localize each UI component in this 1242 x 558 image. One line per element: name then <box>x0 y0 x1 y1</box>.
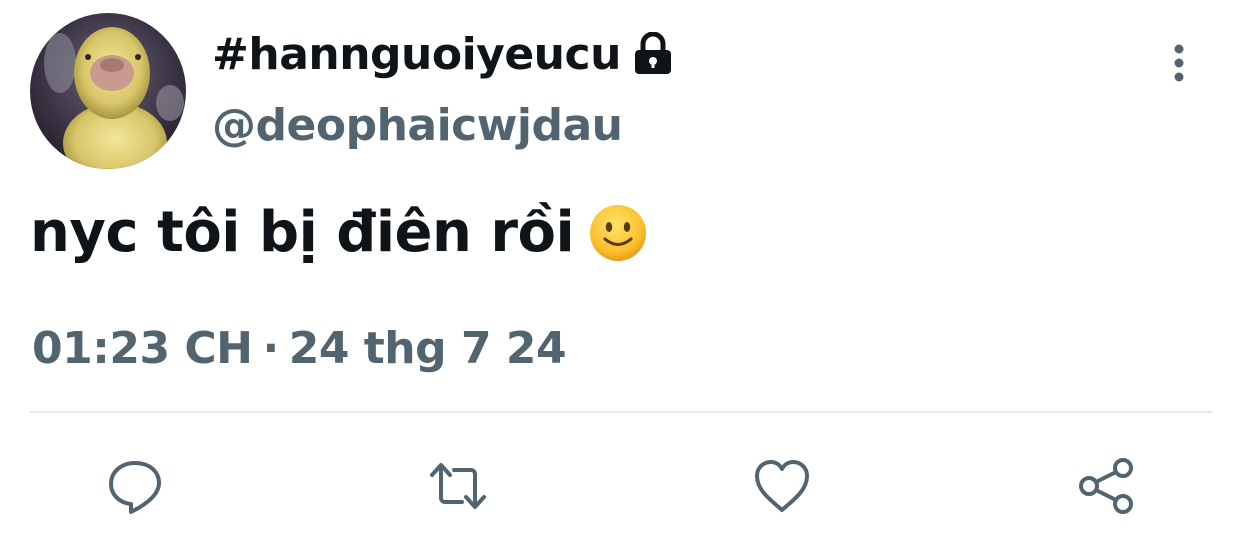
share-button[interactable] <box>1077 456 1137 516</box>
more-options-button[interactable] <box>1158 40 1200 86</box>
tweet-time[interactable]: 01:23 CH <box>32 323 253 374</box>
tweet-text-content: nyc tôi bị điên rồi <box>30 200 575 265</box>
timestamp-row: 01:23 CH · 24 thg 7 24 <box>32 323 567 374</box>
divider <box>30 411 1212 413</box>
reply-button[interactable] <box>105 456 165 516</box>
separator-dot: · <box>262 323 280 374</box>
tweet-date[interactable]: 24 thg 7 24 <box>289 323 567 374</box>
display-name[interactable]: #hannguoiyeucu <box>212 29 621 80</box>
tweet-text: nyc tôi bị điên rồi <box>30 200 648 265</box>
retweet-icon <box>430 463 486 509</box>
more-vertical-icon <box>1174 44 1184 82</box>
avatar-duck-image <box>30 13 186 169</box>
avatar[interactable] <box>30 13 186 169</box>
like-button[interactable] <box>752 456 812 516</box>
display-name-row: #hannguoiyeucu <box>212 22 673 86</box>
slightly-smiling-face-icon <box>588 203 648 263</box>
user-handle[interactable]: @deophaicwjdau <box>212 100 623 151</box>
heart-icon <box>755 460 809 512</box>
lock-icon <box>633 31 673 76</box>
tweet-detail: #hannguoiyeucu @deophaicwjdau nyc tôi bị… <box>0 0 1242 558</box>
share-icon <box>1079 458 1133 514</box>
retweet-button[interactable] <box>428 456 488 516</box>
reply-icon <box>109 461 161 514</box>
